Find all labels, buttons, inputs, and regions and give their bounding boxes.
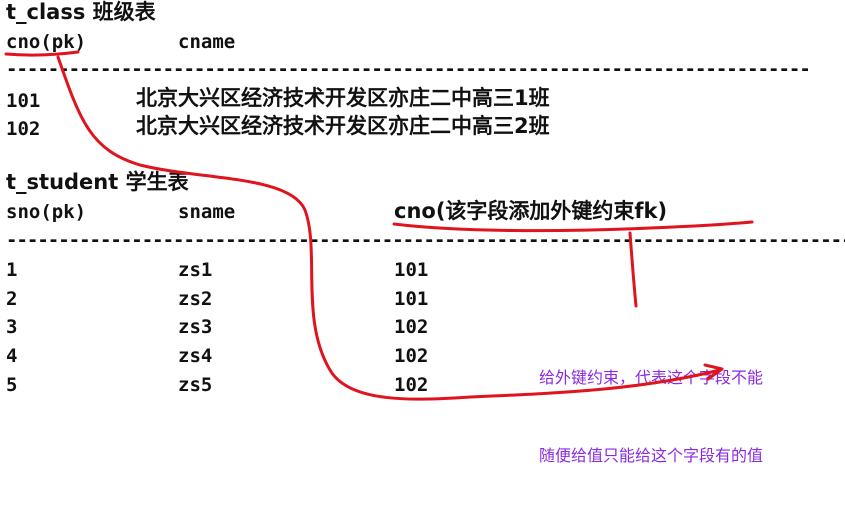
student-row-2-sname: zs2 — [178, 288, 213, 310]
class-separator: ----------------------------------------… — [6, 58, 812, 80]
student-row-2-cno: 101 — [394, 288, 429, 310]
fk-annotation: 给外键约束，代表这个字段不能 随便给值只能给这个字段有的值 — [539, 313, 839, 521]
student-col-sno: sno(pk) — [6, 201, 87, 223]
student-row-4-sno: 4 — [6, 345, 18, 367]
class-row-2-cname: 北京大兴区经济技术开发区亦庄二中高三2班 — [136, 114, 550, 138]
class-row-1-cno: 101 — [6, 90, 41, 112]
student-row-2-sno: 2 — [6, 288, 18, 310]
fk-annotation-line-2: 随便给值只能给这个字段有的值 — [539, 446, 764, 465]
student-row-1-cno: 101 — [394, 259, 429, 281]
student-row-5-sname: zs5 — [178, 374, 213, 396]
student-row-4-sname: zs4 — [178, 345, 213, 367]
student-row-3-sname: zs3 — [178, 316, 213, 338]
class-col-cno: cno(pk) — [6, 31, 87, 53]
class-row-1-cname: 北京大兴区经济技术开发区亦庄二中高三1班 — [136, 86, 550, 110]
student-row-4-cno: 102 — [394, 345, 429, 367]
student-row-5-sno: 5 — [6, 374, 18, 396]
student-table-title: t_student 学生表 — [6, 170, 189, 194]
student-col-cno: cno(该字段添加外键约束fk) — [394, 199, 668, 223]
document-canvas: t_class 班级表 cno(pk) cname --------------… — [0, 0, 845, 465]
class-col-cname: cname — [178, 31, 236, 53]
student-row-3-sno: 3 — [6, 316, 18, 338]
student-col-sname: sname — [178, 201, 236, 223]
student-row-5-cno: 102 — [394, 374, 429, 396]
fk-annotation-line-1: 给外键约束，代表这个字段不能 — [539, 368, 764, 387]
student-separator: ----------------------------------------… — [6, 229, 845, 251]
student-row-1-sno: 1 — [6, 259, 18, 281]
student-row-3-cno: 102 — [394, 316, 429, 338]
class-table-title: t_class 班级表 — [6, 0, 156, 24]
student-row-1-sname: zs1 — [178, 259, 213, 281]
class-row-2-cno: 102 — [6, 118, 41, 140]
